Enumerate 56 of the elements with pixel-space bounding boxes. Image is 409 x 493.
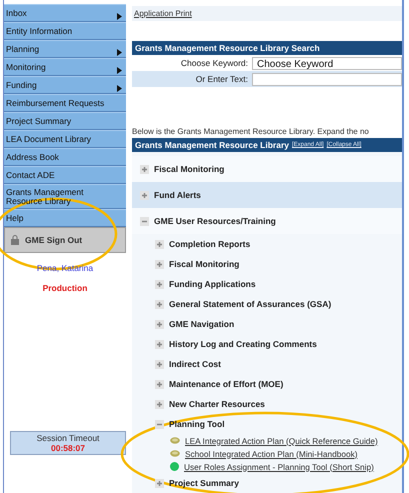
tree-folder-label[interactable]: GME Navigation (169, 319, 234, 329)
circle-icon (170, 462, 179, 471)
tree-folder-label[interactable]: Indirect Cost (169, 359, 221, 369)
sign-out-button[interactable]: GME Sign Out (4, 227, 126, 253)
tree-folder-label[interactable]: Fund Alerts (154, 190, 201, 200)
field-label: Choose Keyword: (180, 58, 249, 68)
tree-folder-label[interactable]: Completion Reports (169, 239, 250, 249)
expand-icon[interactable] (155, 380, 164, 388)
session-timeout-label: Session Timeout (36, 433, 100, 443)
menu-item[interactable]: Project Summary (4, 112, 126, 130)
expand-icon[interactable] (155, 340, 164, 348)
expand-icon[interactable] (155, 478, 164, 488)
expand-icon[interactable] (140, 164, 149, 174)
session-timer: 00:58:07 (50, 443, 86, 453)
search-header: Grants Management Resource Library Search (132, 41, 402, 55)
menu-item[interactable]: Help (4, 209, 126, 227)
menu-item[interactable]: Contact ADE (4, 166, 126, 184)
library-title: Grants Management Resource Library (135, 140, 289, 150)
tree-folder-label[interactable]: Project Summary (169, 478, 239, 488)
tree-folder-label[interactable]: History Log and Creating Comments (169, 339, 317, 349)
menu-item[interactable]: LEA Document Library (4, 130, 126, 148)
expand-icon[interactable] (155, 320, 164, 328)
document-link[interactable]: School Integrated Action Plan (Mini-Handbook) (185, 448, 358, 458)
tree-folder-label[interactable]: Planning Tool (169, 419, 225, 429)
expand-icon[interactable] (155, 240, 164, 248)
intro-text: Below is the Grants Management Resource Library. Expand the no (132, 127, 370, 136)
expand-icon[interactable] (155, 360, 164, 368)
menu-item[interactable]: Reimbursement Requests (4, 94, 126, 112)
menu-item[interactable]: Funding (4, 76, 126, 94)
collapse-icon[interactable] (155, 420, 164, 428)
tree-folder-label[interactable]: Fiscal Monitoring (154, 164, 224, 174)
field-label: Or Enter Text: (194, 74, 249, 84)
menu-item[interactable]: Planning (4, 40, 126, 58)
document-link[interactable]: User Roles Assignment - Planning Tool (Short Snip) (184, 462, 374, 472)
collapse-icon[interactable] (140, 216, 149, 226)
tree-folder-label[interactable]: General Statement of Assurances (GSA) (169, 299, 332, 309)
document-link[interactable]: LEA Integrated Action Plan (Quick Reference Guide) (185, 436, 378, 446)
tree-folder-label[interactable]: Funding Applications (169, 279, 256, 289)
menu-item[interactable]: Monitoring (4, 58, 126, 76)
tree-folder-label[interactable]: Maintenance of Effort (MOE) (169, 379, 284, 389)
application-print-link[interactable]: Application Print (134, 9, 192, 18)
expand-icon[interactable] (155, 300, 164, 308)
expand-icon[interactable] (140, 190, 149, 200)
lock-icon (11, 235, 19, 245)
expand-icon[interactable] (155, 260, 164, 268)
tree-folder-label[interactable]: New Charter Resources (169, 399, 265, 409)
search-text-field[interactable] (252, 72, 402, 86)
expand-icon[interactable] (155, 400, 164, 408)
menu-item[interactable]: Inbox (4, 4, 126, 22)
menu-item[interactable]: Address Book (4, 148, 126, 166)
keyword-dropdown[interactable]: Choose Keyword (252, 56, 402, 70)
tree-folder-label[interactable]: GME User Resources/Training (154, 216, 276, 226)
menu-item[interactable]: Entity Information (4, 22, 126, 40)
environment-label: Production (42, 283, 88, 293)
expand-icon[interactable] (155, 280, 164, 288)
tree-folder-label[interactable]: Fiscal Monitoring (169, 259, 240, 269)
